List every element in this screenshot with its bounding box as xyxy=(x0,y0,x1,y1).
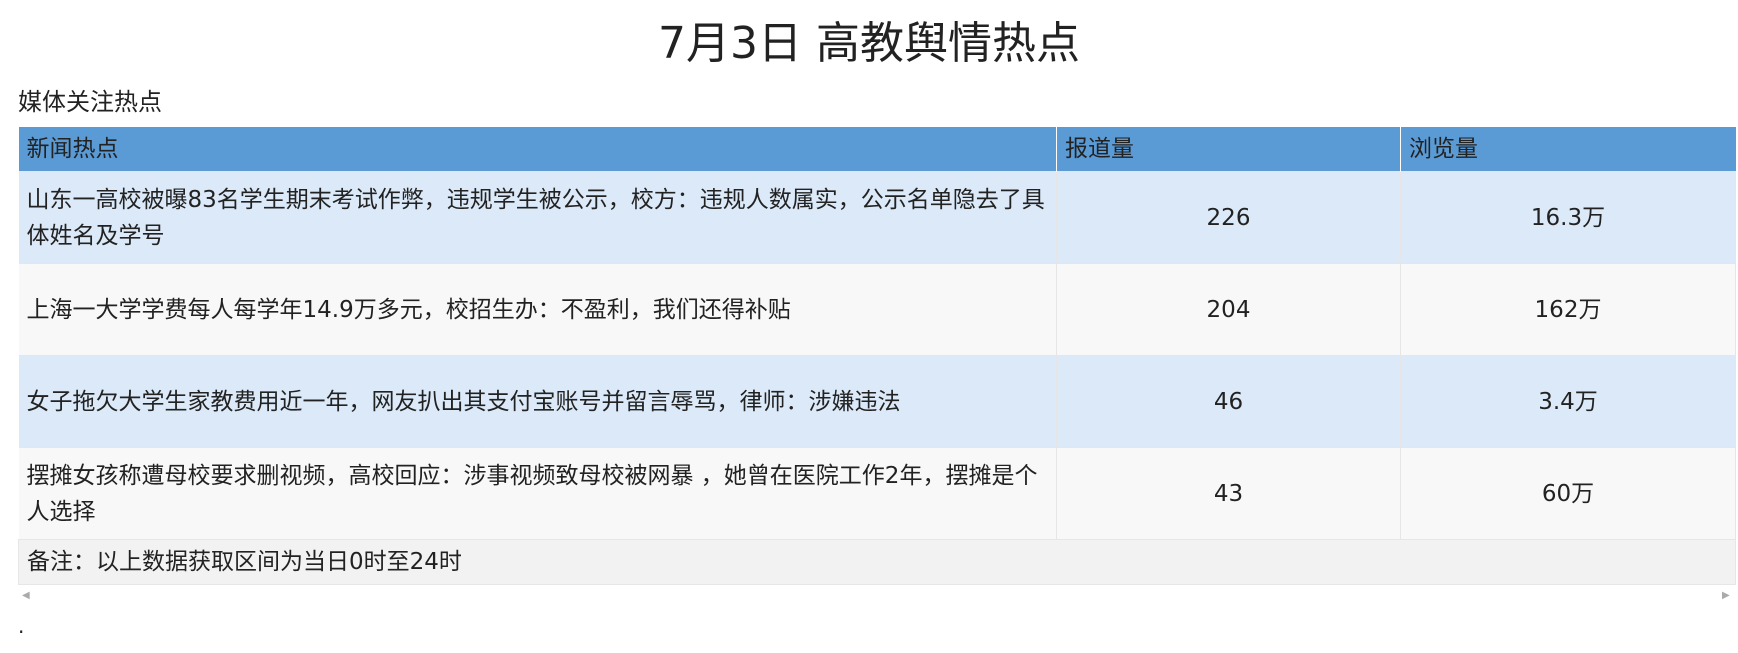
page-title: 7月3日 高教舆情热点 xyxy=(658,18,1080,69)
views-cell: 3.4万 xyxy=(1400,355,1736,448)
table-note: 备注：以上数据获取区间为当日0时至24时 xyxy=(18,539,1736,585)
reports-cell: 46 xyxy=(1056,355,1401,448)
section-label: 媒体关注热点 xyxy=(18,88,162,116)
scroll-left-arrow-icon[interactable]: ◀ xyxy=(22,590,30,601)
headline-cell: 上海一大学学费每人每学年14.9万多元，校招生办：不盈利，我们还得补贴 xyxy=(18,263,1057,356)
views-cell: 16.3万 xyxy=(1400,171,1736,264)
scroll-right-arrow-icon[interactable]: ▶ xyxy=(1722,590,1730,601)
table-row: 上海一大学学费每人每学年14.9万多元，校招生办：不盈利，我们还得补贴 204 … xyxy=(18,263,1736,356)
views-cell: 162万 xyxy=(1400,263,1736,356)
views-cell: 60万 xyxy=(1400,447,1736,540)
column-header-views: 浏览量 xyxy=(1400,127,1736,172)
reports-cell: 204 xyxy=(1056,263,1401,356)
headline-cell: 山东一高校被曝83名学生期末考试作弊，违规学生被公示，校方：违规人数属实，公示名… xyxy=(18,171,1057,264)
table-row: 女子拖欠大学生家教费用近一年，网友扒出其支付宝账号并留言辱骂，律师：涉嫌违法 4… xyxy=(18,355,1736,448)
table-header-row: 新闻热点 报道量 浏览量 xyxy=(18,127,1736,172)
reports-cell: 226 xyxy=(1056,171,1401,264)
page: 7月3日 高教舆情热点 媒体关注热点 新闻热点 报道量 浏览量 山东一高校被曝8… xyxy=(0,0,1738,653)
table-row: 摆摊女孩称遭母校要求删视频，高校回应：涉事视频致母校被网暴 ，她曾在医院工作2年… xyxy=(18,447,1736,540)
note-row: 备注：以上数据获取区间为当日0时至24时 xyxy=(18,539,1736,585)
news-table-container: 新闻热点 报道量 浏览量 山东一高校被曝83名学生期末考试作弊，违规学生被公示，… xyxy=(18,127,1736,585)
column-header-reports: 报道量 xyxy=(1056,127,1401,172)
trailing-text: . xyxy=(18,614,25,638)
table-row: 山东一高校被曝83名学生期末考试作弊，违规学生被公示，校方：违规人数属实，公示名… xyxy=(18,171,1736,264)
news-hotspot-table: 新闻热点 报道量 浏览量 山东一高校被曝83名学生期末考试作弊，违规学生被公示，… xyxy=(18,127,1736,585)
headline-cell: 摆摊女孩称遭母校要求删视频，高校回应：涉事视频致母校被网暴 ，她曾在医院工作2年… xyxy=(18,447,1057,540)
reports-cell: 43 xyxy=(1056,447,1401,540)
headline-cell: 女子拖欠大学生家教费用近一年，网友扒出其支付宝账号并留言辱骂，律师：涉嫌违法 xyxy=(18,355,1057,448)
column-header-headline: 新闻热点 xyxy=(18,127,1057,172)
